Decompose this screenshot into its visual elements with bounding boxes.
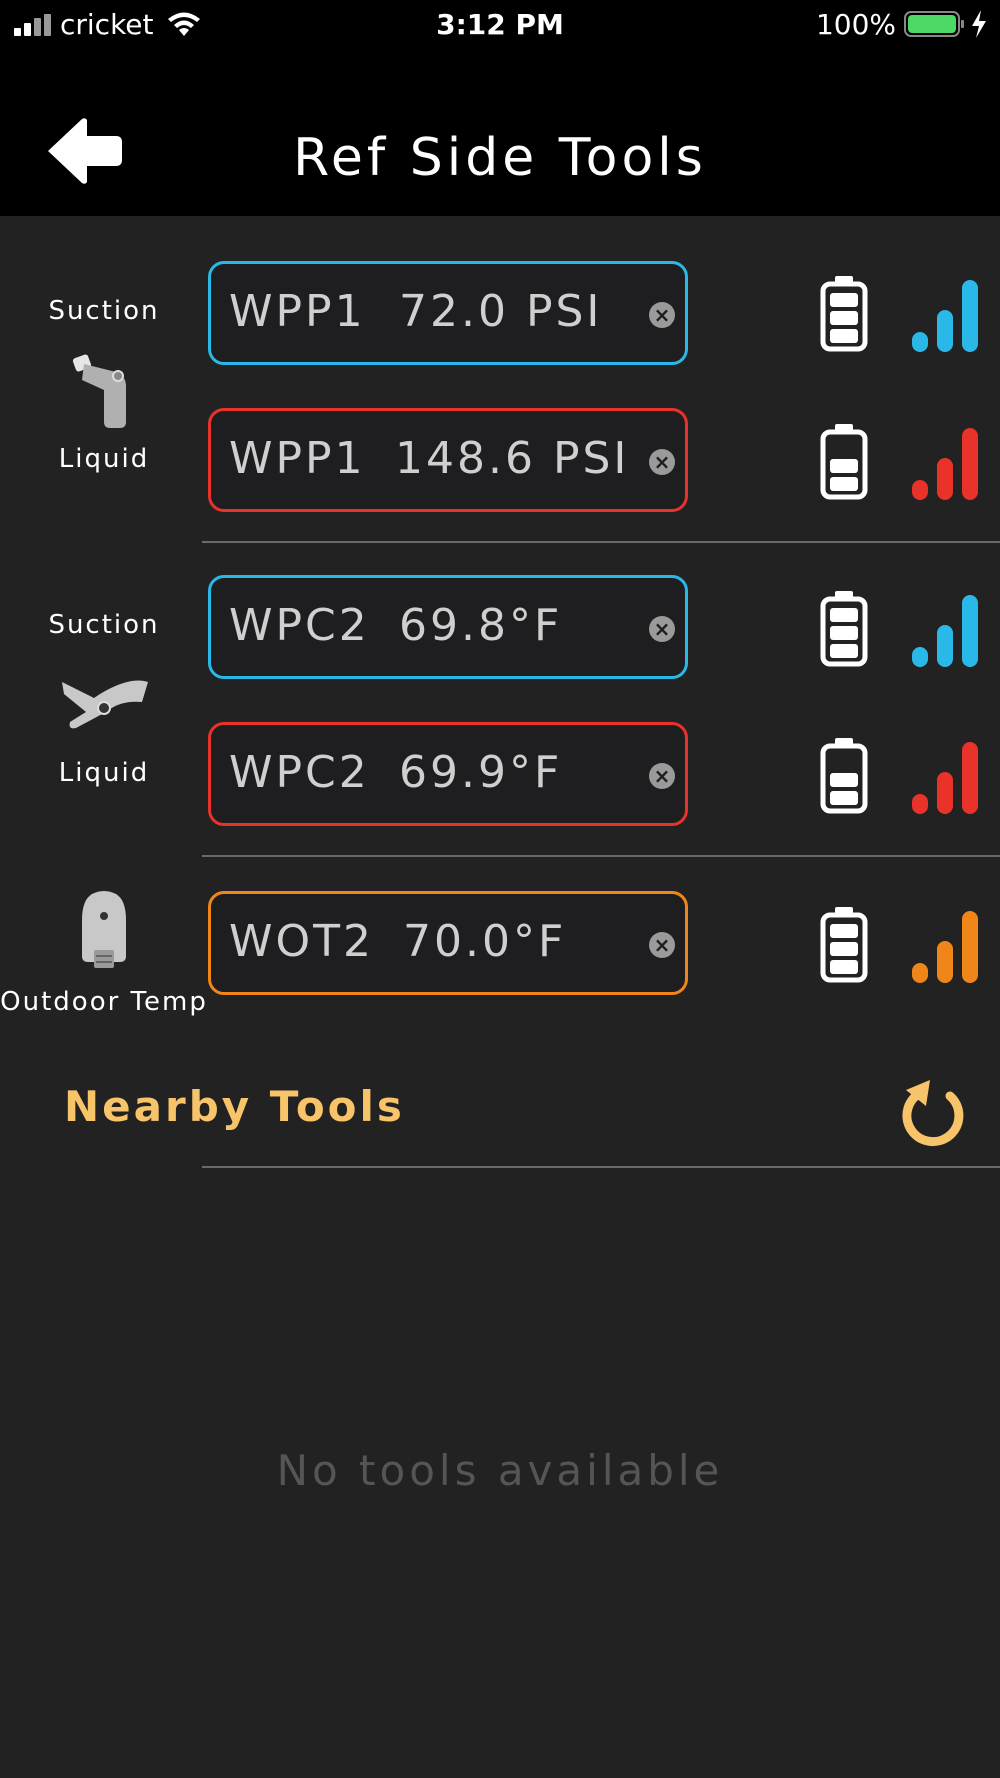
- tool-battery-icon: [820, 276, 868, 352]
- tool-name: WPC2: [229, 747, 370, 798]
- tool-battery-icon: [820, 424, 868, 500]
- tool-field-wot2[interactable]: WOT2 70.0°F ×: [208, 891, 688, 995]
- clear-icon[interactable]: ×: [649, 763, 675, 789]
- refresh-icon: [902, 1080, 964, 1147]
- tool-name: WPP1: [229, 433, 366, 484]
- outdoor-temp-sensor-icon: [82, 891, 126, 968]
- page-title: Ref Side Tools: [293, 128, 707, 188]
- battery-percent: 100%: [815, 8, 896, 41]
- divider: [202, 1166, 1000, 1168]
- tool-name: WPP1: [229, 286, 366, 337]
- group-3-bottom-label: Outdoor Temp: [0, 987, 208, 1017]
- clear-icon[interactable]: ×: [649, 302, 675, 328]
- group-1-bottom-label: Liquid: [58, 444, 150, 474]
- status-bar: cricket 3:12 PM 100%: [0, 0, 1000, 50]
- divider: [202, 855, 1000, 857]
- divider: [202, 541, 1000, 543]
- clear-icon[interactable]: ×: [649, 449, 675, 475]
- tool-field-wpc2-liquid[interactable]: WPC2 69.9°F ×: [208, 722, 688, 826]
- tool-signal-icon: [912, 911, 978, 983]
- tool-field-wpp1-suction[interactable]: WPP1 72.0 PSI ×: [208, 261, 688, 365]
- clear-icon[interactable]: ×: [649, 932, 675, 958]
- tool-battery-icon: [820, 907, 868, 983]
- group-2-bottom-label: Liquid: [58, 758, 150, 788]
- device-battery-icon: [904, 11, 964, 37]
- tool-reading: 72.0 PSI: [399, 286, 603, 337]
- tool-reading: 69.9°F: [399, 747, 563, 798]
- tool-name: WOT2: [229, 916, 375, 967]
- pipe-clamp-icon: [62, 680, 148, 729]
- tool-signal-icon: [912, 280, 978, 352]
- tool-signal-icon: [912, 595, 978, 667]
- tool-battery-icon: [820, 591, 868, 667]
- nearby-tools-title: Nearby Tools: [64, 1082, 405, 1131]
- pressure-probe-icon: [72, 354, 126, 428]
- group-1-top-label: Suction: [48, 296, 160, 326]
- tool-name: WPC2: [229, 600, 370, 651]
- tool-field-wpp1-liquid[interactable]: WPP1 148.6 PSI ×: [208, 408, 688, 512]
- tool-signal-icon: [912, 428, 978, 500]
- group-2-top-label: Suction: [48, 610, 160, 640]
- tool-reading: 70.0°F: [403, 916, 567, 967]
- tool-battery-icon: [820, 738, 868, 814]
- empty-state-message: No tools available: [276, 1446, 724, 1495]
- tool-field-wpc2-suction[interactable]: WPC2 69.8°F ×: [208, 575, 688, 679]
- charging-bolt-icon: [972, 10, 986, 38]
- tool-reading: 148.6 PSI: [395, 433, 630, 484]
- clear-icon[interactable]: ×: [649, 616, 675, 642]
- tool-signal-icon: [912, 742, 978, 814]
- refresh-button[interactable]: [900, 1078, 966, 1148]
- tool-reading: 69.8°F: [399, 600, 563, 651]
